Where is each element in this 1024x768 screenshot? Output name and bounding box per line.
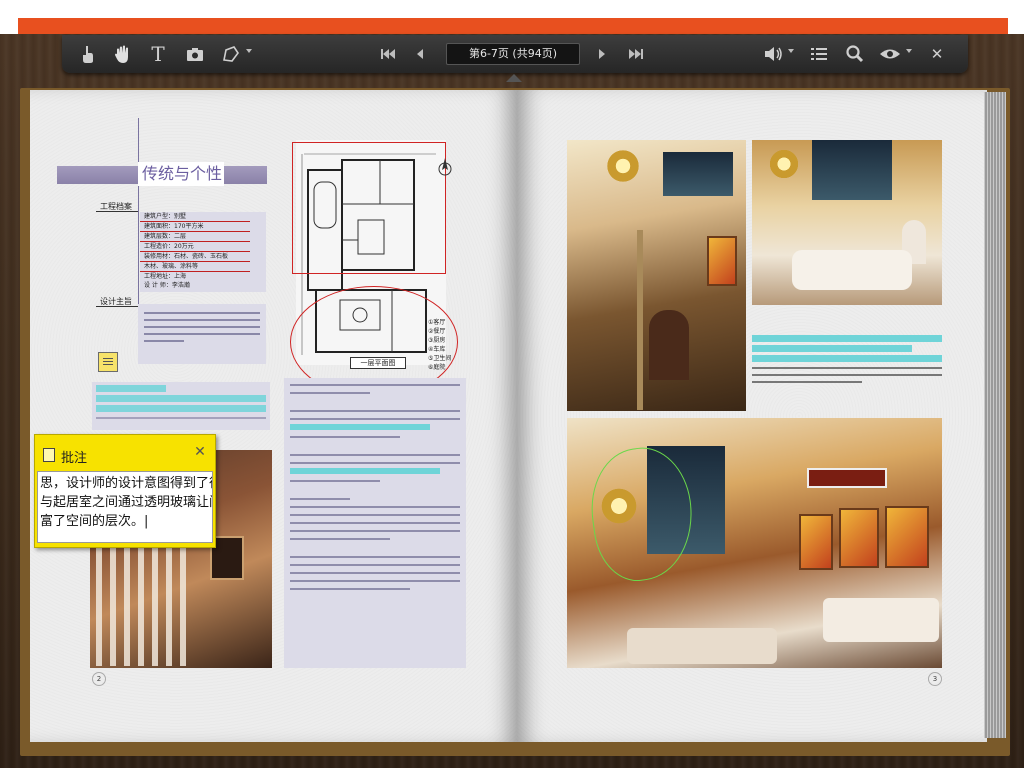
spec-line: 建筑户型：别墅: [140, 212, 250, 222]
annotation-line: 与起居室之间通过透明玻璃让间: [40, 495, 213, 510]
red-markup-rectangle[interactable]: [292, 142, 446, 274]
spec-line: 装修用材：石材、瓷砖、玉石板: [140, 252, 250, 262]
next-page-icon[interactable]: [594, 43, 610, 65]
annotation-line: 思，设计师的设计意图得到了很: [40, 476, 213, 491]
legend-item: ⑤卫生间: [428, 355, 452, 362]
engineering-rule: [96, 211, 138, 212]
legend-item: ⑥庭院: [428, 364, 446, 371]
legend-item: ③厨房: [428, 337, 446, 344]
close-icon[interactable]: ✕: [928, 43, 946, 65]
close-icon[interactable]: ✕: [191, 443, 209, 461]
legend-item: ②餐厅: [428, 328, 446, 335]
reader-toolbar: T 第6-7页 (共94页) ✕: [62, 35, 968, 73]
first-page-icon[interactable]: [378, 43, 398, 65]
shape-tool-icon[interactable]: [220, 43, 242, 65]
list-icon[interactable]: [808, 43, 830, 65]
annotation-popup[interactable]: 批注 ✕ 思，设计师的设计意图得到了很 与起居室之间通过透明玻璃让间 富了空间的…: [34, 434, 216, 548]
legend-item: ④车库: [428, 346, 446, 353]
body-text-column: [284, 378, 466, 668]
spec-line: 建筑面积：170平方米: [140, 222, 250, 232]
search-icon[interactable]: [844, 43, 866, 65]
design-rule: [96, 306, 138, 307]
hand-icon[interactable]: [112, 43, 134, 65]
spec-line: 建筑层数：二层: [140, 232, 250, 242]
pointer-icon[interactable]: [78, 43, 98, 65]
shape-dropdown-caret[interactable]: [246, 49, 252, 53]
floorplan-legend: ①客厅 ②餐厅 ③厨房 ④车库 ⑤卫生间 ⑥庭院: [428, 318, 451, 372]
header-accent-bar: [18, 18, 1008, 34]
interior-photo-corridor: [567, 140, 746, 411]
toolbar-toggle-notch[interactable]: [506, 74, 522, 82]
spec-line: 木材、玻璃、涂料等: [140, 262, 250, 272]
annotation-header[interactable]: 批注 ✕: [35, 435, 217, 473]
view-icon[interactable]: [878, 43, 902, 65]
spec-line: 工程造价：20万元: [140, 242, 250, 252]
legend-item: ①客厅: [428, 319, 446, 326]
annotation-textarea[interactable]: 思，设计师的设计意图得到了很 与起居室之间通过透明玻璃让间 富了空间的层次。|: [37, 471, 213, 543]
right-caption: [752, 332, 942, 386]
camera-icon[interactable]: [184, 43, 206, 65]
view-dropdown-caret[interactable]: [906, 49, 912, 53]
spec-line: 设 计 师：李浩瀚: [144, 282, 190, 289]
sound-dropdown-caret[interactable]: [788, 49, 794, 53]
annotation-note-icon[interactable]: [98, 352, 118, 372]
text-tool-icon[interactable]: T: [148, 43, 168, 65]
floorplan-label: 一层平面图: [350, 357, 406, 369]
right-page-number: 3: [928, 672, 942, 686]
page-title: 传统与个性: [138, 162, 224, 186]
note-icon: [43, 448, 55, 462]
annotation-line: 富了空间的层次。|: [40, 514, 149, 529]
design-paragraph: [138, 304, 266, 364]
highlighted-paragraph: [92, 382, 270, 430]
annotation-title: 批注: [61, 451, 88, 466]
page-indicator[interactable]: 第6-7页 (共94页): [446, 43, 580, 65]
interior-photo-bedroom: [752, 140, 942, 305]
page-edges: [984, 92, 1006, 738]
north-arrow-icon: [438, 156, 452, 178]
last-page-icon[interactable]: [626, 43, 646, 65]
prev-page-icon[interactable]: [412, 43, 428, 65]
left-page-number: 2: [92, 672, 106, 686]
spec-line: 工程地址：上海: [144, 273, 187, 280]
spec-block: 建筑户型：别墅 建筑面积：170平方米 建筑层数：二层 工程造价：20万元 装修…: [140, 212, 266, 292]
sound-icon[interactable]: [762, 43, 786, 65]
